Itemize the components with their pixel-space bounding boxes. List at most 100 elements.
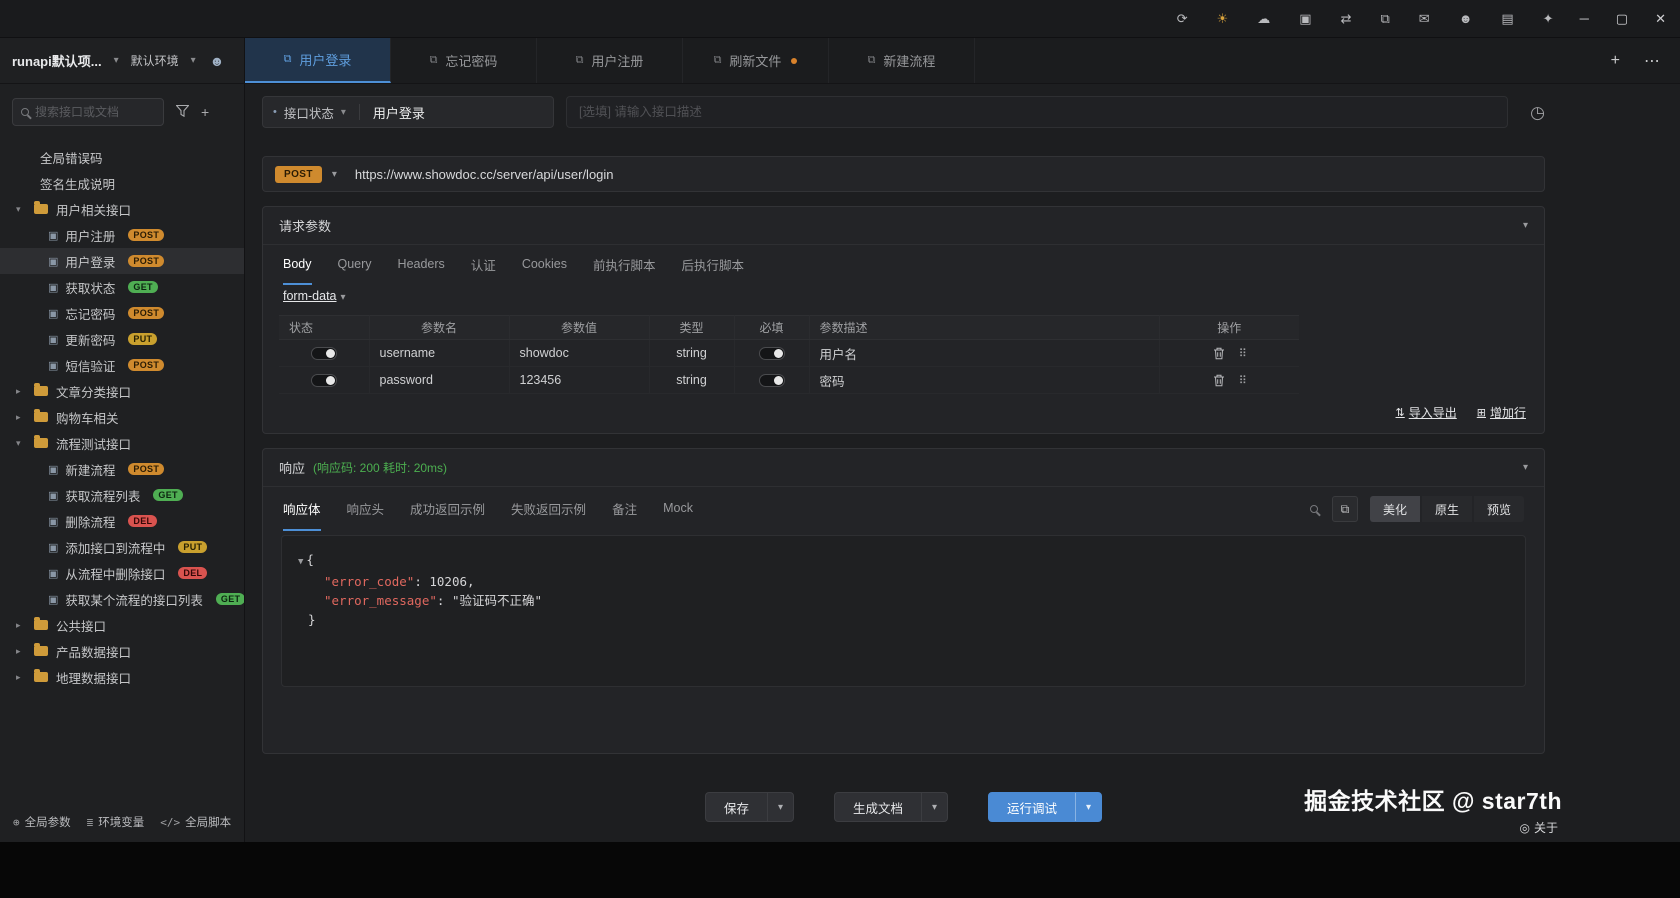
new-tab-button[interactable]: + xyxy=(1611,52,1620,70)
collapse-section-icon[interactable]: ▾ xyxy=(1523,462,1528,473)
sidebar-item-get-flow-list[interactable]: ▣ 获取流程列表 GET xyxy=(0,482,244,508)
param-type-select[interactable]: string xyxy=(649,366,735,394)
run-debug-button[interactable]: 运行调试 xyxy=(989,793,1075,821)
global-script-button[interactable]: </> 全局脚本 xyxy=(160,814,231,830)
add-row-link[interactable]: ⊞ 增加行 xyxy=(1477,404,1526,421)
param-type-select[interactable]: string xyxy=(649,339,735,367)
req-tab-post-script[interactable]: 后执行脚本 xyxy=(682,245,745,285)
drag-handle-icon[interactable]: ⠿ xyxy=(1239,374,1247,387)
minimize-button[interactable]: ─ xyxy=(1580,11,1589,26)
resp-tab-headers[interactable]: 响应头 xyxy=(347,487,385,531)
sidebar-folder-article-category[interactable]: ▸ 文章分类接口 xyxy=(0,378,244,404)
import-export-link[interactable]: ⇅ 导入导出 xyxy=(1396,404,1457,421)
collapse-section-icon[interactable]: ▾ xyxy=(1523,220,1528,231)
param-value-field[interactable]: showdoc xyxy=(509,339,650,367)
display-icon[interactable]: ⧉ xyxy=(1380,12,1389,25)
about-link[interactable]: ◎ 关于 xyxy=(1520,819,1559,836)
sidebar-item-update-password[interactable]: ▣ 更新密码 PUT xyxy=(0,326,244,352)
save-dropdown[interactable]: ▾ xyxy=(766,793,793,821)
tab-forgot-password[interactable]: ⧉ 忘记密码 xyxy=(391,38,537,83)
param-enabled-toggle[interactable] xyxy=(310,347,337,361)
copy-response-button[interactable]: ⧉ xyxy=(1331,496,1358,522)
req-tab-pre-script[interactable]: 前执行脚本 xyxy=(593,245,656,285)
view-beautify-button[interactable]: 美化 xyxy=(1369,496,1420,522)
refresh-icon[interactable]: ⟳ xyxy=(1177,12,1188,25)
req-tab-headers[interactable]: Headers xyxy=(398,245,445,285)
param-required-toggle[interactable] xyxy=(758,347,785,361)
collapse-json-icon[interactable]: ▼ xyxy=(298,557,303,567)
save-button[interactable]: 保存 xyxy=(706,793,767,821)
delete-row-icon[interactable] xyxy=(1213,347,1225,360)
sidebar-folder-shopping-cart[interactable]: ▸ 购物车相关 xyxy=(0,404,244,430)
param-name-field[interactable]: password xyxy=(369,366,510,394)
sidebar-item-delete-flow[interactable]: ▣ 删除流程 DEL xyxy=(0,508,244,534)
sidebar-folder-geo-data[interactable]: ▸ 地理数据接口 xyxy=(0,664,244,690)
param-desc-field[interactable]: 密码 xyxy=(809,366,1160,394)
more-options-button[interactable]: ⋯ xyxy=(1644,51,1660,71)
sync-icon[interactable]: ⇄ xyxy=(1341,12,1352,25)
resp-tab-notes[interactable]: 备注 xyxy=(612,487,637,531)
api-status-dropdown[interactable]: 接口状态 xyxy=(284,103,334,122)
sidebar-item-create-flow[interactable]: ▣ 新建流程 POST xyxy=(0,456,244,482)
sidebar-item-forgot-password[interactable]: ▣ 忘记密码 POST xyxy=(0,300,244,326)
sidebar-item-add-api-to-flow[interactable]: ▣ 添加接口到流程中 PUT xyxy=(0,534,244,560)
sidebar-folder-flow-test[interactable]: ▾ 流程测试接口 xyxy=(0,430,244,456)
env-variables-button[interactable]: ≣ 环境变量 xyxy=(87,814,145,830)
generate-doc-dropdown[interactable]: ▾ xyxy=(921,793,947,821)
pin-icon[interactable]: ✦ xyxy=(1543,12,1554,25)
resp-tab-fail-example[interactable]: 失败返回示例 xyxy=(511,487,586,531)
filter-icon[interactable] xyxy=(175,104,190,119)
url-input[interactable]: https://www.showdoc.cc/server/api/user/l… xyxy=(355,167,614,182)
environment-selector[interactable]: 默认环境 xyxy=(131,52,179,69)
tab-refresh-file[interactable]: ⧉ 刷新文件 xyxy=(683,38,829,83)
add-api-button[interactable]: + xyxy=(201,105,209,119)
search-input[interactable] xyxy=(35,105,145,119)
sidebar-item-user-register[interactable]: ▣ 用户注册 POST xyxy=(0,222,244,248)
account-icon[interactable]: ☻ xyxy=(1459,12,1473,25)
history-clock-icon[interactable]: ◷ xyxy=(1530,104,1545,121)
resp-tab-body[interactable]: 响应体 xyxy=(283,487,321,531)
resp-tab-mock[interactable]: Mock xyxy=(663,487,693,531)
param-required-toggle[interactable] xyxy=(758,374,785,388)
param-enabled-toggle[interactable] xyxy=(310,374,337,388)
project-selector[interactable]: runapi默认项... xyxy=(12,51,102,70)
sidebar-item-remove-api-from-flow[interactable]: ▣ 从流程中删除接口 DEL xyxy=(0,560,244,586)
storage-icon[interactable]: ▣ xyxy=(1299,12,1311,25)
view-preview-button[interactable]: 预览 xyxy=(1473,496,1524,522)
sidebar-folder-public-apis[interactable]: ▸ 公共接口 xyxy=(0,612,244,638)
team-icon[interactable]: ☻ xyxy=(210,53,225,69)
sidebar-item-sms-verify[interactable]: ▣ 短信验证 POST xyxy=(0,352,244,378)
api-title-input[interactable]: 用户登录 xyxy=(373,103,425,122)
req-tab-auth[interactable]: 认证 xyxy=(471,245,496,285)
cloud-icon[interactable]: ☁ xyxy=(1257,12,1270,25)
param-name-field[interactable]: username xyxy=(369,339,510,367)
view-raw-button[interactable]: 原生 xyxy=(1421,496,1472,522)
sidebar-item-signature-doc[interactable]: 签名生成说明 xyxy=(0,170,244,196)
sidebar-item-global-error-codes[interactable]: 全局错误码 xyxy=(0,144,244,170)
theme-icon[interactable]: ☀ xyxy=(1217,12,1229,25)
tab-create-flow[interactable]: ⧉ 新建流程 xyxy=(829,38,975,83)
sidebar-folder-user-apis[interactable]: ▾ 用户相关接口 xyxy=(0,196,244,222)
req-tab-query[interactable]: Query xyxy=(338,245,372,285)
run-debug-dropdown[interactable]: ▾ xyxy=(1075,793,1101,821)
method-selector[interactable]: POST xyxy=(275,165,322,183)
drag-handle-icon[interactable]: ⠿ xyxy=(1239,347,1247,360)
sidebar-item-get-status[interactable]: ▣ 获取状态 GET xyxy=(0,274,244,300)
maximize-button[interactable]: ▢ xyxy=(1616,11,1628,27)
mail-icon[interactable]: ✉ xyxy=(1419,12,1430,25)
docs-icon[interactable]: ▤ xyxy=(1501,12,1513,25)
generate-doc-button[interactable]: 生成文档 xyxy=(835,793,921,821)
resp-tab-success-example[interactable]: 成功返回示例 xyxy=(410,487,485,531)
sidebar-item-user-login[interactable]: ▣ 用户登录 POST xyxy=(0,248,244,274)
global-params-button[interactable]: ⊕ 全局参数 xyxy=(13,814,71,830)
search-response-icon[interactable] xyxy=(1309,505,1318,513)
sidebar-folder-product-data[interactable]: ▸ 产品数据接口 xyxy=(0,638,244,664)
req-tab-cookies[interactable]: Cookies xyxy=(522,245,567,285)
delete-row-icon[interactable] xyxy=(1213,374,1225,387)
tab-user-register[interactable]: ⧉ 用户注册 xyxy=(537,38,683,83)
param-desc-field[interactable]: 用户名 xyxy=(809,339,1160,367)
api-description-input[interactable] xyxy=(566,96,1509,128)
tab-user-login[interactable]: ⧉ 用户登录 xyxy=(245,38,391,83)
body-type-dropdown[interactable]: form-data xyxy=(283,289,337,303)
req-tab-body[interactable]: Body xyxy=(283,245,312,285)
